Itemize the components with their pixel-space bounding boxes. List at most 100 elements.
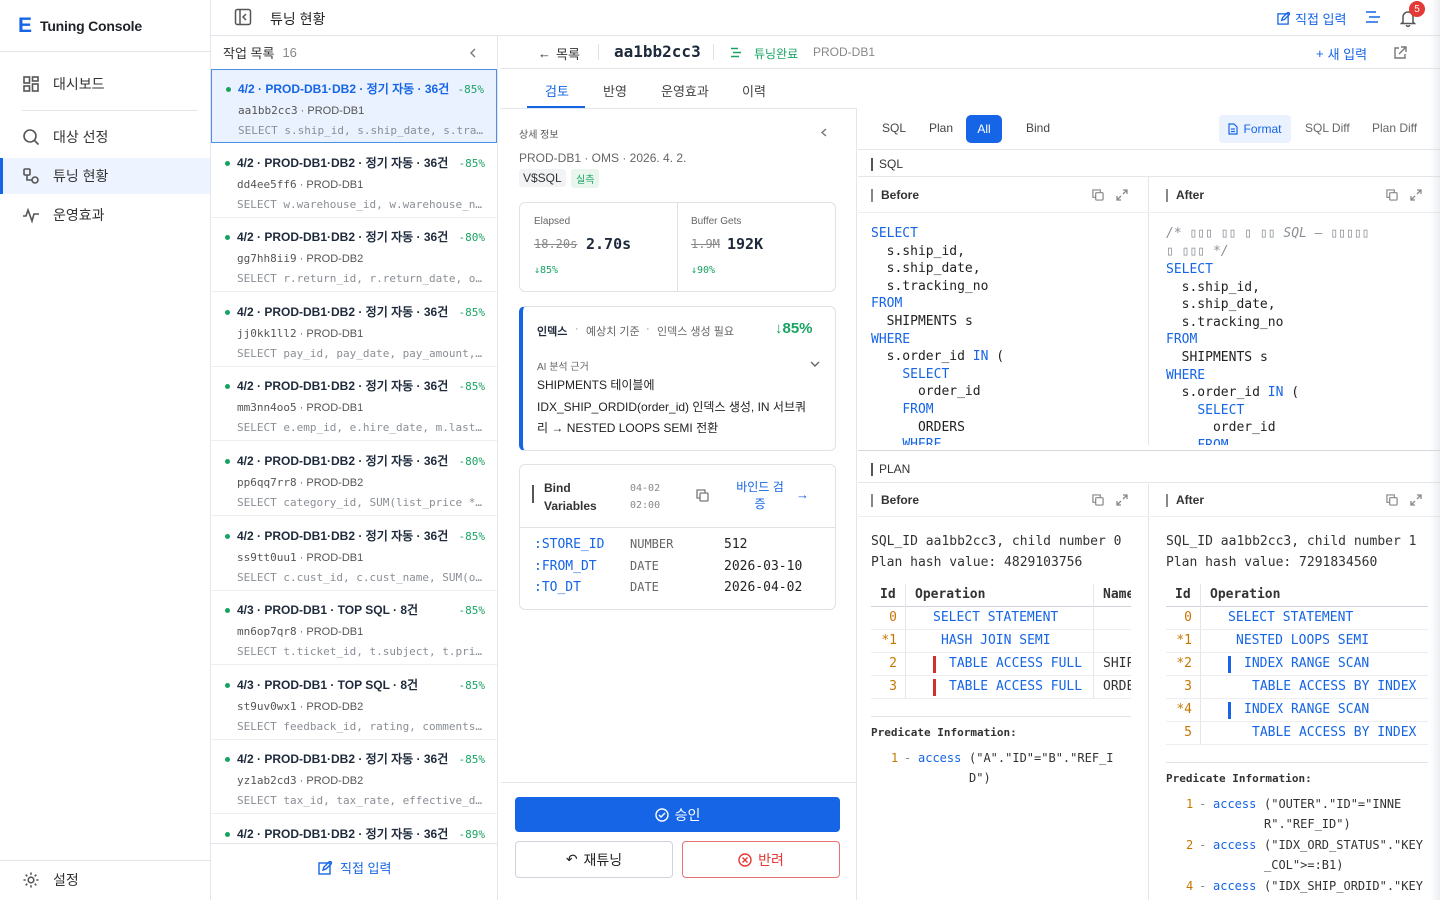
- expand-icon[interactable]: [1116, 189, 1128, 201]
- queue-direct-input-button[interactable]: 직접 입력: [318, 858, 391, 877]
- detail-tabs: 검토 반영 운영효과 이력: [500, 69, 857, 109]
- separator: ·: [296, 775, 307, 788]
- tuning-icon: [23, 168, 39, 184]
- back-to-list-button[interactable]: ← 목록: [538, 44, 580, 63]
- plan-sqlid-line: SQL_ID aa1bb2cc3, child number 0: [871, 534, 1122, 549]
- sidebar-item-target-selection[interactable]: 대상 선정: [0, 119, 210, 155]
- menu-lines-icon[interactable]: [1365, 10, 1381, 24]
- gear-icon: [23, 872, 39, 888]
- queue-item[interactable]: 4/2 · PROD-DB1·DB2 · 정기 자동 · 36건 -85% dd4e…: [211, 144, 497, 218]
- queue-item[interactable]: 4/2 · PROD-DB1·DB2 · 정기 자동 · 36건 -85% jj0k…: [211, 293, 497, 367]
- tab-apply[interactable]: 반영: [603, 81, 627, 100]
- bind-variables-card: Bind Variables 04-02 02:00 바인드 검증 → :STORE…: [519, 464, 836, 610]
- tab-operations-effect[interactable]: 운영효과: [661, 81, 709, 100]
- format-button[interactable]: Format: [1219, 115, 1291, 143]
- scroll-shadow: [1430, 0, 1440, 900]
- queue-item[interactable]: 4/3 · PROD-DB1 · TOP SQL · 8건 -85% st9uv0w…: [211, 666, 497, 740]
- plan-row-operation: SELECT STATEMENT: [933, 610, 1059, 625]
- plan-row[interactable]: *1 HASH JOIN SEMI: [871, 630, 1131, 653]
- sql-keyword: IN: [1267, 385, 1284, 401]
- queue-item[interactable]: 4/2 · PROD-DB1·DB2 · 정기 자동 · 36건 -80% pp6q…: [211, 442, 497, 516]
- sidebar-item-dashboard[interactable]: 대시보드: [0, 66, 210, 102]
- sql-keyword: SELECT: [871, 226, 918, 241]
- sql-keyword: SELECT: [902, 366, 950, 382]
- chevron-left-icon[interactable]: [468, 48, 478, 58]
- reject-button[interactable]: 반려: [682, 841, 840, 878]
- settings-button[interactable]: 설정: [0, 862, 210, 898]
- plan-row-name: ORDE: [1103, 679, 1131, 694]
- queue-item[interactable]: 4/2 · PROD-DB1·DB2 · 정기 자동 · 36건 -85% yz1a…: [211, 740, 497, 815]
- sidebar-item-tuning-status[interactable]: 튜닝 현황: [0, 158, 210, 194]
- plan-diff-button[interactable]: Plan Diff: [1372, 121, 1417, 135]
- pane-label: After: [1166, 484, 1204, 516]
- new-input-button[interactable]: + 새 입력: [1316, 44, 1367, 63]
- queue-item-db: PROD-DB2: [306, 700, 364, 713]
- chevron-down-icon[interactable]: [810, 361, 820, 368]
- mode-tab-bind[interactable]: Bind: [1026, 121, 1050, 135]
- sidebar-item-operations-effect[interactable]: 운영효과: [0, 197, 210, 233]
- chevron-left-icon[interactable]: [820, 128, 828, 137]
- plan-row[interactable]: 0 SELECT STATEMENT: [1166, 607, 1428, 630]
- edit-icon: [1277, 12, 1290, 25]
- metrics-card: Elapsed 18.20s 2.70s ↓85% Buffer Gets 1.…: [519, 202, 836, 292]
- plan-row-id: *1: [881, 633, 897, 648]
- code-line: SELECT: [1166, 402, 1299, 420]
- queue-item-sql: SELECT e.emp_id, e.hire_date, m.last_nam…: [237, 421, 485, 435]
- queue-item[interactable]: 4/2 · PROD-DB1·DB2 · 정기 자동 · 36건 -85% mm3n…: [211, 367, 497, 442]
- expand-icon[interactable]: [1410, 494, 1422, 506]
- status-dot: [225, 533, 230, 539]
- copy-icon[interactable]: [696, 489, 709, 502]
- divider: [598, 44, 599, 60]
- plan-row[interactable]: 3 TABLE ACCESS FULL ORDE: [871, 676, 1131, 699]
- plan-row[interactable]: *4 INDEX RANGE SCAN: [1166, 699, 1428, 722]
- metric-delta: ↓90%: [691, 265, 716, 276]
- plan-row[interactable]: *2 INDEX RANGE SCAN: [1166, 653, 1428, 676]
- expand-icon[interactable]: [1116, 494, 1128, 506]
- sql-keyword: SELECT: [1166, 262, 1213, 277]
- copy-icon[interactable]: [1386, 189, 1398, 201]
- plan-row[interactable]: 3 TABLE ACCESS BY INDEX: [1166, 676, 1428, 699]
- notifications-button[interactable]: 5: [1397, 1, 1425, 29]
- queue-item[interactable]: 4/2 · PROD-DB1·DB2 · 정기 자동 · 36건 -85% ss9t…: [211, 517, 497, 591]
- tab-history[interactable]: 이력: [742, 81, 766, 100]
- mode-tab-plan[interactable]: Plan: [929, 121, 953, 135]
- plan-row[interactable]: 0 SELECT STATEMENT: [871, 607, 1131, 630]
- plan-row-id: 2: [889, 656, 897, 671]
- sql-section-title: SQL: [871, 157, 903, 171]
- plan-row[interactable]: 5 TABLE ACCESS BY INDEX: [1166, 722, 1428, 745]
- retune-button[interactable]: ↶ 재튜닝: [515, 841, 673, 878]
- plan-row[interactable]: *1 NESTED LOOPS SEMI: [1166, 630, 1428, 653]
- info-title: 상세 정보: [519, 130, 559, 141]
- separator: ·: [296, 700, 307, 713]
- copy-icon[interactable]: [1092, 189, 1104, 201]
- predicate-item: 1- access ("OUTER"."ID"="INNE R"."REF_ID"): [1166, 794, 1436, 835]
- expand-icon[interactable]: [1410, 189, 1422, 201]
- bind-var-value: 2026-03-10: [724, 558, 803, 574]
- mode-tab-sql[interactable]: SQL: [882, 121, 906, 135]
- tab-review[interactable]: 검토: [545, 81, 569, 100]
- sql-diff-button[interactable]: SQL Diff: [1305, 121, 1350, 135]
- mode-tab-all[interactable]: All: [966, 115, 1002, 143]
- notification-badge: 5: [1409, 1, 1425, 17]
- divider: [1150, 212, 1440, 213]
- predicate-item: 2- access ("IDX_ORD_STATUS"."KEY _COL">=:B1…: [1166, 835, 1436, 876]
- approve-button[interactable]: 승인: [515, 797, 840, 832]
- collapse-sidebar-icon[interactable]: [234, 8, 252, 26]
- divider: [677, 203, 678, 291]
- brand[interactable]: E Tuning Console: [18, 14, 142, 38]
- copy-icon[interactable]: [1092, 494, 1104, 506]
- external-link-icon[interactable]: [1393, 46, 1407, 60]
- arrow-right-icon[interactable]: →: [796, 487, 809, 502]
- plan-row[interactable]: 2 TABLE ACCESS FULL SHIP: [871, 653, 1131, 676]
- queue-item[interactable]: 4/2 · PROD-DB1·DB2 · 정기 자동 · 36건 -89%: [211, 815, 497, 843]
- direct-input-button[interactable]: 직접 입력: [1277, 9, 1346, 28]
- queue-item-pct: -85%: [458, 305, 486, 319]
- retune-label: 재튜닝: [583, 851, 623, 868]
- code-line: FROM: [871, 401, 1004, 419]
- queue-item[interactable]: 4/2 · PROD-DB1·DB2 · 정기 자동 · 36건 -80% gg7h…: [211, 218, 497, 293]
- bind-verify-button[interactable]: 바인드 검증: [730, 479, 790, 513]
- queue-item[interactable]: 4/3 · PROD-DB1 · TOP SQL · 8건 -85% mn6op7q…: [211, 591, 497, 666]
- queue-item[interactable]: 4/2 · PROD-DB1·DB2 · 정기 자동 · 36건 -85% aa1b…: [211, 69, 497, 143]
- queue-item-id: gg7hh8ii9: [237, 252, 297, 266]
- copy-icon[interactable]: [1386, 494, 1398, 506]
